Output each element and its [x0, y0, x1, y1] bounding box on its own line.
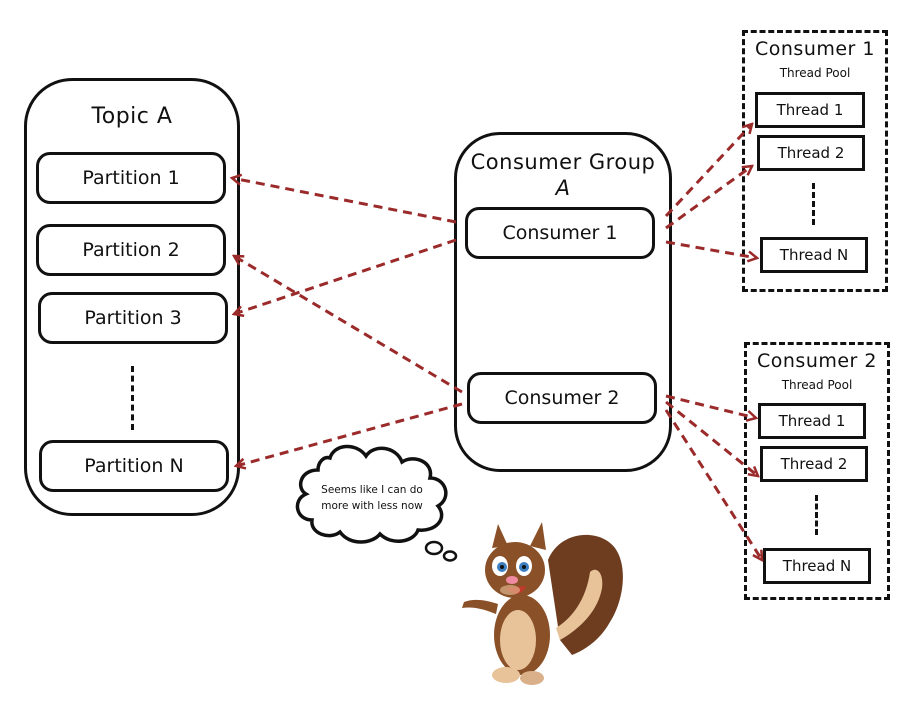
thought-dot — [442, 550, 458, 562]
thought-dot — [424, 540, 444, 556]
connection-arrow — [234, 238, 457, 314]
connection-arrow — [234, 256, 463, 394]
thread-box[interactable]: Thread N — [760, 237, 868, 273]
partition-box[interactable]: Partition 3 — [38, 292, 228, 344]
thread-box[interactable]: Thread 1 — [755, 92, 865, 128]
partition-box[interactable]: Partition 2 — [36, 224, 226, 276]
thread-box[interactable]: Thread 2 — [760, 446, 868, 482]
ellipsis-divider — [812, 183, 815, 225]
thread-pool-title: Consumer 2 — [756, 350, 877, 372]
thread-box[interactable]: Thread N — [763, 548, 871, 584]
thought-bubble-text: Seems like I can do more with less now — [321, 484, 423, 512]
connection-arrow — [664, 124, 752, 218]
consumer-box[interactable]: Consumer 2 — [467, 372, 657, 424]
thread-pool-subtitle: Thread Pool — [781, 378, 853, 392]
consumer-box[interactable]: Consumer 1 — [465, 207, 655, 259]
ellipsis-divider — [131, 366, 134, 430]
thread-box[interactable]: Thread 2 — [757, 135, 865, 171]
partition-box[interactable]: Partition N — [39, 440, 229, 492]
connection-arrow — [232, 178, 457, 224]
topic-title: Topic A — [91, 104, 173, 129]
partition-box[interactable]: Partition 1 — [36, 152, 226, 204]
connection-arrow — [665, 394, 756, 418]
connection-arrow — [665, 166, 752, 230]
thread-box[interactable]: Thread 1 — [758, 403, 866, 439]
thread-pool-subtitle: Thread Pool — [779, 66, 851, 80]
consumer-group-title: Consumer Group — [470, 150, 656, 174]
connection-arrow — [236, 402, 463, 466]
ellipsis-divider — [815, 495, 818, 535]
consumer-group-title-suffix: A — [555, 176, 571, 200]
thread-pool-title: Consumer 1 — [754, 38, 875, 60]
squirrel-icon — [462, 522, 623, 685]
